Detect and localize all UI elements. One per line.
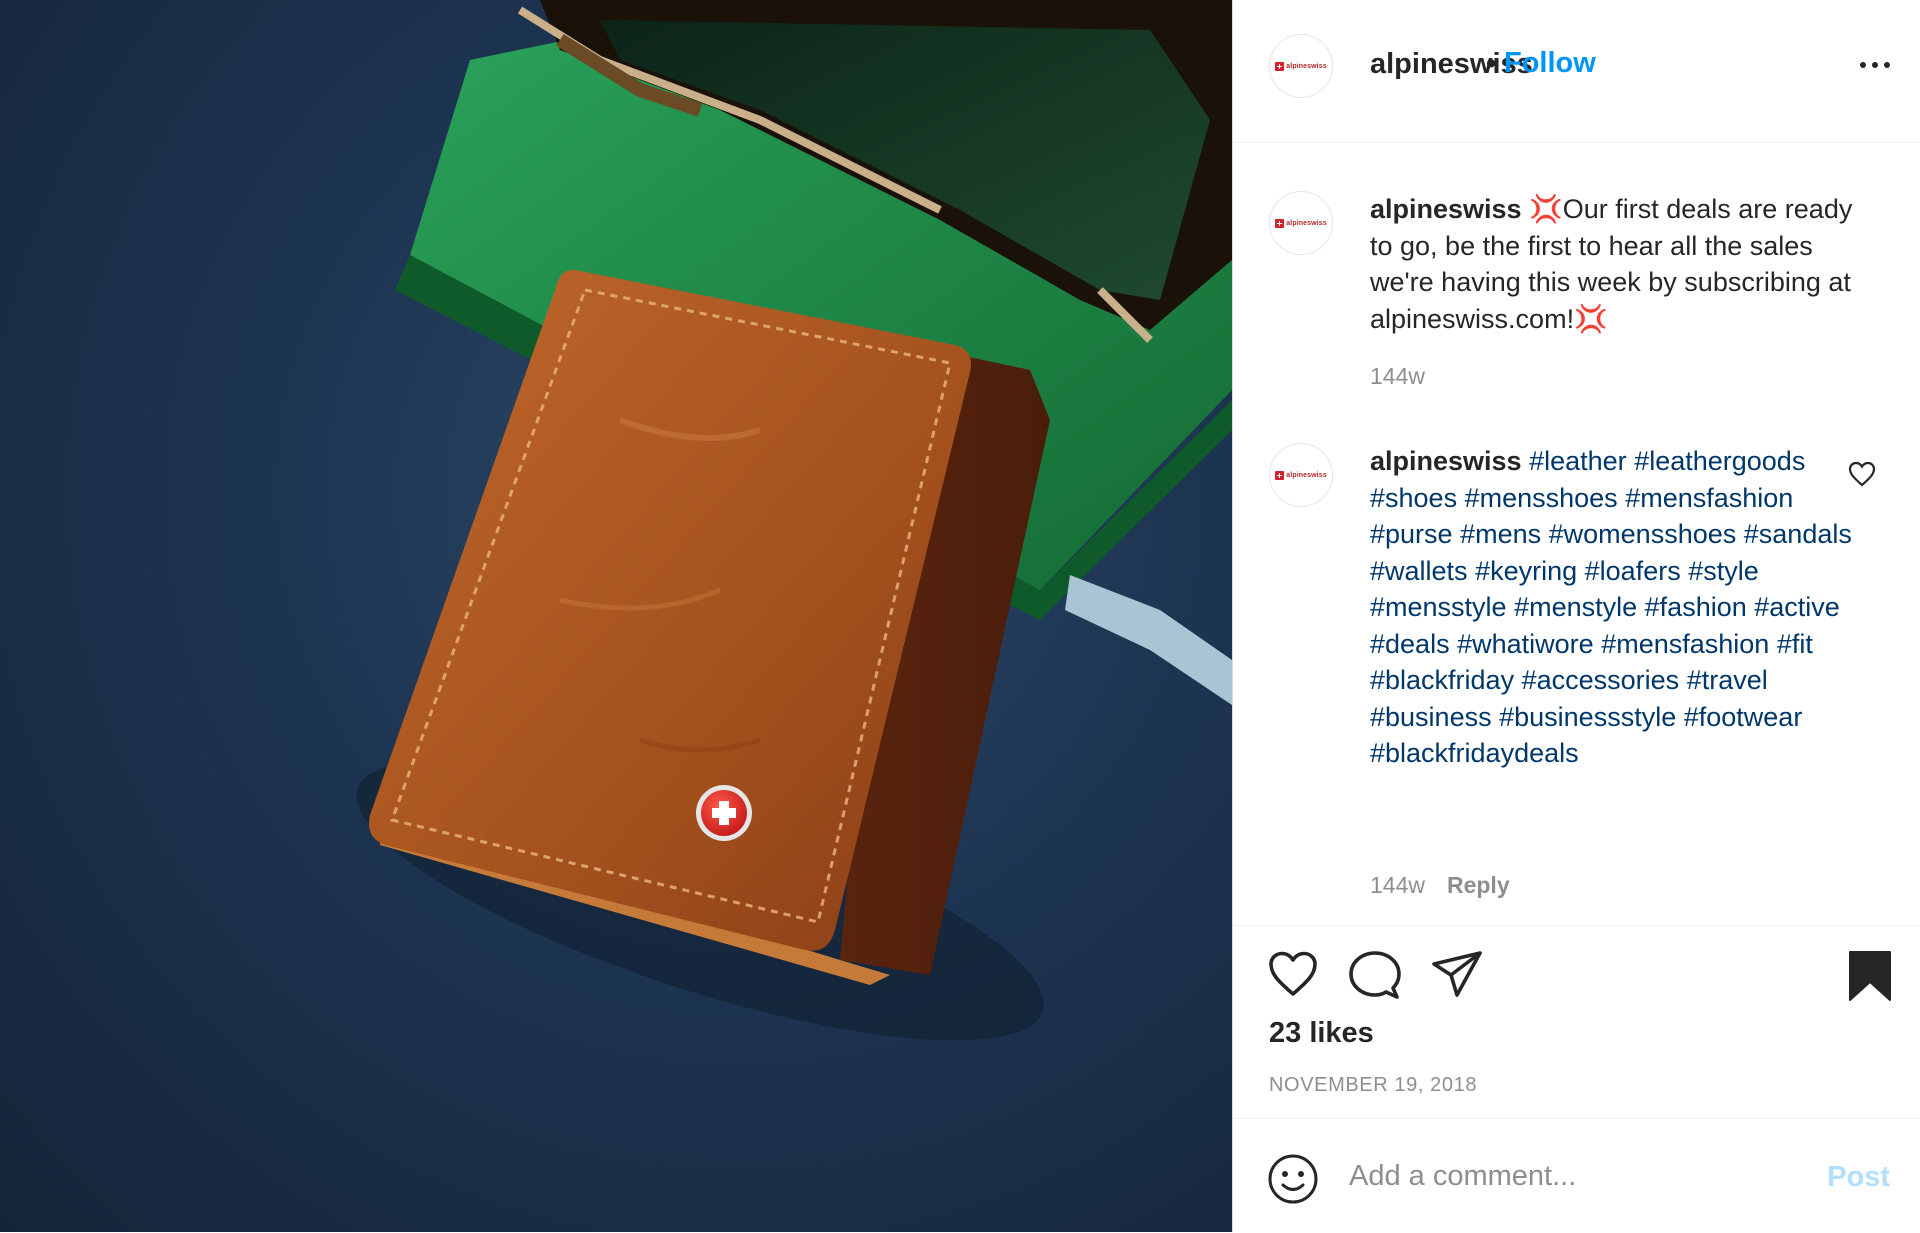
hashtag-link[interactable]: #leather bbox=[1529, 446, 1627, 476]
avatar-logo-text: alpineswiss bbox=[1286, 219, 1327, 227]
comment-username[interactable]: alpineswiss bbox=[1370, 194, 1522, 224]
post-date[interactable]: NOVEMBER 19, 2018 bbox=[1269, 1074, 1477, 1097]
comment-meta: 144w bbox=[1370, 363, 1425, 390]
post-modal: alpineswiss alpineswiss • Follow alpines… bbox=[0, 0, 1920, 1232]
add-comment-bar: Post bbox=[1233, 1118, 1920, 1233]
comment-timestamp[interactable]: 144w bbox=[1370, 872, 1425, 898]
header-separator: • bbox=[1486, 48, 1497, 80]
comment-username[interactable]: alpineswiss bbox=[1370, 446, 1522, 476]
comment-meta: 144w Reply bbox=[1370, 872, 1510, 899]
hashtag-link[interactable]: #footwear bbox=[1684, 702, 1803, 732]
avatar-logo-text: alpineswiss bbox=[1286, 62, 1327, 70]
like-heart-icon[interactable] bbox=[1267, 950, 1319, 998]
hashtag-link[interactable]: #business bbox=[1370, 702, 1492, 732]
hashtag-link[interactable]: #blackfridaydeals bbox=[1370, 738, 1579, 768]
hashtag-link[interactable]: #style bbox=[1688, 556, 1759, 586]
hashtag-link[interactable]: #leathergoods bbox=[1634, 446, 1805, 476]
swiss-cross-icon bbox=[1275, 61, 1285, 71]
comment-bubble-icon[interactable] bbox=[1349, 950, 1401, 1000]
comment-timestamp[interactable]: 144w bbox=[1370, 363, 1425, 389]
likes-count[interactable]: 23 likes bbox=[1269, 1017, 1374, 1050]
more-dot-icon bbox=[1872, 62, 1878, 68]
avatar-logo-text: alpineswiss bbox=[1286, 471, 1327, 479]
hashtag-link[interactable]: #mensstyle bbox=[1370, 592, 1507, 622]
more-dot-icon bbox=[1860, 62, 1866, 68]
hashtag-link[interactable]: #keyring bbox=[1475, 556, 1577, 586]
avatar[interactable]: alpineswiss bbox=[1269, 191, 1333, 255]
anger-emoji-icon: 💢 bbox=[1574, 303, 1608, 334]
hashtag-link[interactable]: #fit bbox=[1777, 629, 1813, 659]
hashtag-link[interactable]: #travel bbox=[1687, 665, 1768, 695]
hashtag-link[interactable]: #sandals bbox=[1744, 519, 1852, 549]
post-header: alpineswiss alpineswiss • Follow bbox=[1233, 0, 1920, 143]
hashtag-link[interactable]: #loafers bbox=[1585, 556, 1681, 586]
more-options-button[interactable] bbox=[1860, 50, 1890, 80]
hashtag-link[interactable]: #fashion bbox=[1645, 592, 1747, 622]
hashtag-link[interactable]: #wallets bbox=[1370, 556, 1468, 586]
avatar[interactable]: alpineswiss bbox=[1269, 34, 1333, 98]
hashtag-link[interactable]: #womensshoes bbox=[1549, 519, 1737, 549]
post-image[interactable] bbox=[0, 0, 1232, 1232]
hashtag-link[interactable]: #mens bbox=[1460, 519, 1541, 549]
bookmark-saved-icon[interactable] bbox=[1848, 950, 1892, 1002]
hashtag-link[interactable]: #deals bbox=[1370, 629, 1450, 659]
hashtag-link[interactable]: #accessories bbox=[1522, 665, 1680, 695]
anger-emoji-icon: 💢 bbox=[1529, 194, 1563, 224]
comment-text: alpineswiss #leather #leathergoods #shoe… bbox=[1370, 443, 1870, 772]
hashtag-link[interactable]: #shoes bbox=[1370, 483, 1457, 513]
comment-text: alpineswiss 💢Our first deals are ready t… bbox=[1370, 191, 1870, 337]
hashtag-link[interactable]: #blackfriday bbox=[1370, 665, 1514, 695]
hashtag-link[interactable]: #menstyle bbox=[1514, 592, 1637, 622]
post-photo-illustration bbox=[356, 0, 1232, 1041]
share-paper-plane-icon[interactable] bbox=[1431, 950, 1483, 998]
hashtag-link[interactable]: #mensfashion bbox=[1601, 629, 1769, 659]
hashtag-link[interactable]: #purse bbox=[1370, 519, 1453, 549]
emoji-smiley-icon[interactable] bbox=[1267, 1153, 1319, 1205]
swiss-cross-icon bbox=[1275, 470, 1285, 480]
comment-input[interactable] bbox=[1347, 1147, 1791, 1205]
post-actions: 23 likes NOVEMBER 19, 2018 bbox=[1233, 925, 1920, 1120]
comment-heart-icon[interactable] bbox=[1848, 461, 1876, 487]
hashtag-link[interactable]: #active bbox=[1754, 592, 1840, 622]
post-comment-button[interactable]: Post bbox=[1827, 1161, 1890, 1194]
hashtag-link[interactable]: #mensfashion bbox=[1625, 483, 1793, 513]
post-sidebar: alpineswiss alpineswiss • Follow alpines… bbox=[1232, 0, 1920, 1232]
avatar[interactable]: alpineswiss bbox=[1269, 443, 1333, 507]
reply-button[interactable]: Reply bbox=[1447, 872, 1510, 898]
follow-button[interactable]: Follow bbox=[1504, 47, 1596, 80]
hashtag-link[interactable]: #businessstyle bbox=[1499, 702, 1676, 732]
hashtag-link[interactable]: #mensshoes bbox=[1465, 483, 1618, 513]
hashtag-link[interactable]: #whatiwore bbox=[1457, 629, 1594, 659]
swiss-cross-icon bbox=[1275, 218, 1285, 228]
more-dot-icon bbox=[1884, 62, 1890, 68]
